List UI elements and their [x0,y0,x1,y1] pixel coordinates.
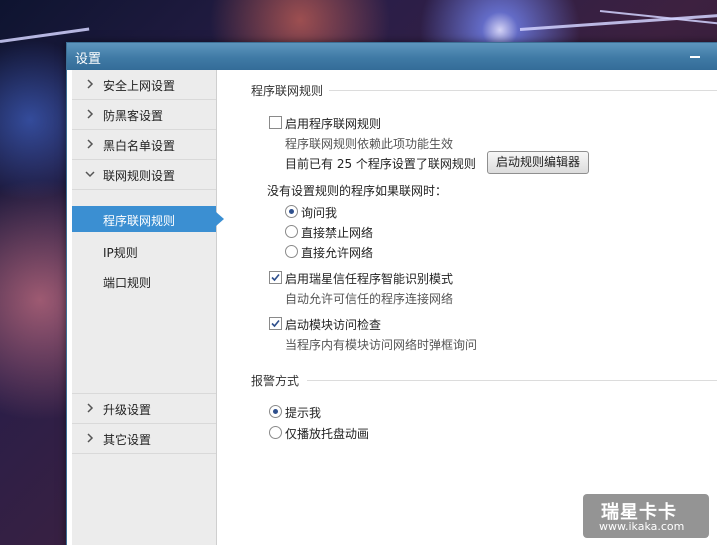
module-check-label[interactable]: 启动模块访问检查 [285,316,381,333]
sidebar-item-label: 其它设置 [103,433,152,447]
section-title-alert-mode: 报警方式 [251,374,300,388]
sidebar-item-label: 黑白名单设置 [103,139,176,153]
allow-network-radio[interactable] [285,245,298,258]
chevron-right-icon [87,403,94,413]
sidebar-item-upgrade[interactable]: 升级设置 [72,394,216,424]
chevron-right-icon [87,79,94,89]
sidebar-item-network-rules[interactable]: 联网规则设置 [72,160,216,190]
tray-animation-label[interactable]: 仅播放托盘动画 [285,425,369,442]
watermark-sub-text: www.ikaka.com [599,520,685,533]
checkmark-icon [271,273,280,282]
smart-mode-label[interactable]: 启用瑞星信任程序智能识别模式 [285,270,453,287]
settings-content: 程序联网规则 启用程序联网规则 程序联网规则依赖此项功能生效 目前已有 25 个… [217,70,717,545]
chevron-right-icon [87,109,94,119]
sidebar-item-blacklist[interactable]: 黑白名单设置 [72,130,216,160]
sidebar-subitem-program-rules[interactable]: 程序联网规则 [72,206,224,232]
smart-mode-checkbox[interactable] [269,271,282,284]
light-streak [0,27,90,43]
chevron-down-icon [85,171,95,178]
sidebar-item-other[interactable]: 其它设置 [72,424,216,454]
module-check-hint: 当程序内有模块访问网络时弹框询问 [285,338,478,352]
ask-me-radio[interactable] [285,205,298,218]
sidebar-item-label: 安全上网设置 [103,79,176,93]
chevron-right-icon [87,139,94,149]
sidebar-subitem-label: 端口规则 [103,276,152,290]
tray-animation-radio[interactable] [269,426,282,439]
enable-rules-hint: 程序联网规则依赖此项功能生效 [285,137,454,151]
sidebar-subitem-port-rules[interactable]: 端口规则 [72,268,216,294]
section-divider [329,90,717,91]
notify-me-label[interactable]: 提示我 [285,404,321,421]
block-network-label[interactable]: 直接禁止网络 [301,224,373,241]
watermark-logo: 瑞星卡卡 www.ikaka.com [583,494,709,538]
rules-count-text: 目前已有 25 个程序设置了联网规则 [285,157,476,171]
sidebar-item-label: 升级设置 [103,403,152,417]
sidebar-item-safe-browsing[interactable]: 安全上网设置 [72,70,216,100]
sidebar-item-label: 防黑客设置 [103,109,164,123]
smart-mode-hint: 自动允许可信任的程序连接网络 [285,292,454,306]
enable-rules-checkbox[interactable] [269,116,282,129]
section-divider [307,380,717,381]
settings-window: 设置 安全上网设置 防黑客设置 黑白名单设置 联网规则设置 程序联网规则 IP规… [66,42,717,545]
notify-me-radio[interactable] [269,405,282,418]
light-streak [519,14,717,31]
title-bar[interactable]: 设置 [67,43,717,70]
window-title: 设置 [75,52,102,67]
section-title-program-rules: 程序联网规则 [251,84,324,98]
no-rule-prompt: 没有设置规则的程序如果联网时： [267,184,448,198]
enable-rules-label[interactable]: 启用程序联网规则 [285,115,381,132]
minimize-button[interactable] [686,46,704,64]
sidebar-subitem-ip-rules[interactable]: IP规则 [72,238,216,264]
sidebar-item-anti-hacker[interactable]: 防黑客设置 [72,100,216,130]
module-check-checkbox[interactable] [269,317,282,330]
allow-network-label[interactable]: 直接允许网络 [301,244,373,261]
chevron-right-icon [87,433,94,443]
sidebar-subitem-label: 程序联网规则 [103,214,176,228]
block-network-radio[interactable] [285,225,298,238]
checkmark-icon [271,319,280,328]
rule-editor-button[interactable]: 启动规则编辑器 [487,151,590,174]
ask-me-label[interactable]: 询问我 [301,204,337,221]
sidebar-subitem-label: IP规则 [103,246,138,260]
sidebar-item-label: 联网规则设置 [103,169,176,183]
sidebar: 安全上网设置 防黑客设置 黑白名单设置 联网规则设置 程序联网规则 IP规则 端… [72,70,224,545]
